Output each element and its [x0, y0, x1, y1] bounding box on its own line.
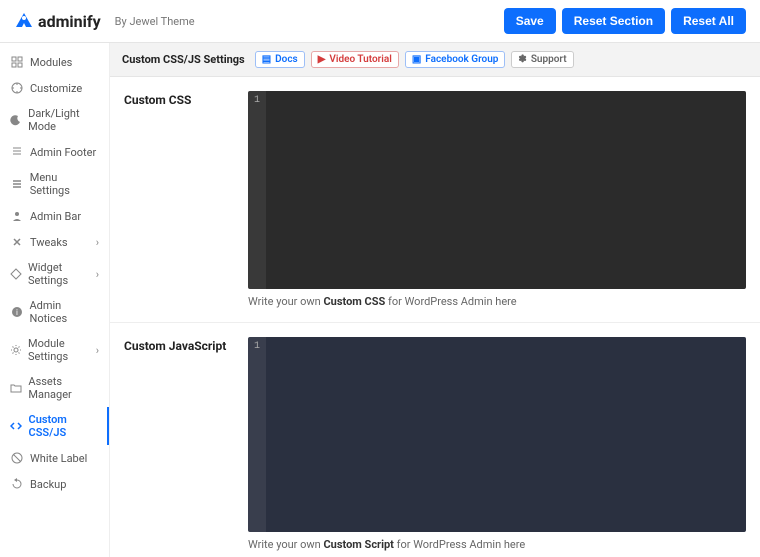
sidebar-item-label: Backup: [30, 478, 66, 491]
helper-text: for WordPress Admin here: [385, 295, 516, 308]
facebook-icon: ▣: [412, 54, 421, 65]
info-icon: i: [10, 305, 23, 319]
sidebar-item-custom-cssjs[interactable]: Custom CSS/JS: [0, 407, 109, 445]
custom-css-body: 1 Write your own Custom CSS for WordPres…: [248, 91, 746, 308]
lifering-icon: ✽: [518, 54, 526, 65]
custom-js-section: Custom JavaScript 1 Write your own Custo…: [110, 323, 760, 557]
sidebar-item-label: Customize: [30, 82, 82, 95]
by-theme-label: By Jewel Theme: [115, 15, 195, 28]
main-content: Custom CSS/JS Settings ▤ Docs ▶Video Tuto…: [110, 43, 760, 557]
save-button[interactable]: Save: [504, 8, 556, 34]
custom-js-editor[interactable]: 1: [248, 337, 746, 532]
helper-bold: Custom CSS: [323, 295, 385, 308]
app-header: adminify By Jewel Theme Save Reset Secti…: [0, 0, 760, 43]
sidebar-item-tweaks[interactable]: Tweaks ›: [0, 229, 109, 255]
no-icon: [10, 451, 24, 465]
modules-icon: [10, 55, 24, 69]
header-actions: Save Reset Section Reset All: [504, 8, 746, 34]
play-icon: ▶: [318, 54, 326, 65]
facebook-group-link[interactable]: ▣ Facebook Group: [405, 51, 506, 68]
sidebar-item-label: White Label: [30, 452, 87, 465]
sidebar: Modules Customize Dark/Light Mode Admin …: [0, 43, 110, 557]
settings-icon: [10, 343, 22, 357]
sidebar-item-module-settings[interactable]: Module Settings ›: [0, 331, 109, 369]
sidebar-item-white-label[interactable]: White Label: [0, 445, 109, 471]
support-link[interactable]: ✽ Support: [511, 51, 573, 68]
helper-text: Write your own: [248, 295, 323, 308]
widget-icon: [10, 267, 22, 281]
sidebar-item-label: Module Settings: [28, 337, 90, 363]
page-bar: Custom CSS/JS Settings ▤ Docs ▶Video Tuto…: [110, 43, 760, 77]
sidebar-item-label: Admin Footer: [30, 146, 96, 159]
custom-css-section: Custom CSS 1 Write your own Custom CSS f…: [110, 77, 760, 323]
custom-js-label: Custom JavaScript: [124, 337, 234, 551]
badge-label: Support: [531, 54, 567, 65]
sidebar-item-backup[interactable]: Backup: [0, 471, 109, 497]
header-left: adminify By Jewel Theme: [14, 11, 195, 31]
custom-js-helper: Write your own Custom Script for WordPre…: [248, 538, 746, 551]
helper-text: for WordPress Admin here: [394, 538, 525, 551]
sidebar-item-label: Menu Settings: [30, 171, 99, 197]
svg-text:i: i: [16, 308, 18, 317]
custom-css-editor[interactable]: 1: [248, 91, 746, 289]
chevron-right-icon: ›: [96, 236, 99, 249]
video-tutorial-link[interactable]: ▶Video Tutorial: [311, 51, 399, 68]
sidebar-item-label: Widget Settings: [28, 261, 90, 287]
sidebar-item-admin-footer[interactable]: Admin Footer: [0, 139, 109, 165]
book-icon: ▤: [262, 54, 271, 65]
sidebar-item-widget-settings[interactable]: Widget Settings ›: [0, 255, 109, 293]
sidebar-item-assets-manager[interactable]: Assets Manager: [0, 369, 109, 407]
sidebar-item-modules[interactable]: Modules: [0, 49, 109, 75]
layout: Modules Customize Dark/Light Mode Admin …: [0, 43, 760, 557]
badge-label: Facebook Group: [425, 54, 498, 65]
sidebar-item-admin-notices[interactable]: i Admin Notices: [0, 293, 109, 331]
sidebar-item-label: Admin Bar: [30, 210, 81, 223]
badge-label: Docs: [275, 54, 298, 65]
helper-bold: Custom Script: [323, 538, 393, 551]
helper-text: Write your own: [248, 538, 323, 551]
sidebar-item-label: Assets Manager: [28, 375, 99, 401]
editor-gutter: 1: [248, 337, 266, 532]
tools-icon: [10, 235, 24, 249]
reset-all-button[interactable]: Reset All: [671, 8, 746, 34]
chevron-right-icon: ›: [96, 344, 99, 357]
page-title: Custom CSS/JS Settings: [122, 53, 245, 66]
chevron-right-icon: ›: [96, 268, 99, 281]
docs-link[interactable]: ▤ Docs: [255, 51, 305, 68]
logo-mark-icon: [14, 11, 34, 31]
logo: adminify: [14, 11, 101, 31]
custom-js-body: 1 Write your own Custom Script for WordP…: [248, 337, 746, 551]
customize-icon: [10, 81, 24, 95]
sidebar-item-label: Modules: [30, 56, 72, 69]
custom-css-helper: Write your own Custom CSS for WordPress …: [248, 295, 746, 308]
badge-label: Video Tutorial: [329, 54, 391, 65]
sidebar-item-label: Admin Notices: [29, 299, 99, 325]
sidebar-item-label: Dark/Light Mode: [28, 107, 99, 133]
sidebar-item-label: Tweaks: [30, 236, 68, 249]
backup-icon: [10, 477, 24, 491]
sidebar-item-label: Custom CSS/JS: [29, 413, 99, 439]
editor-gutter: 1: [248, 91, 266, 289]
sidebar-item-customize[interactable]: Customize: [0, 75, 109, 101]
reset-section-button[interactable]: Reset Section: [562, 8, 665, 34]
custom-css-label: Custom CSS: [124, 91, 234, 308]
sidebar-item-menu-settings[interactable]: Menu Settings: [0, 165, 109, 203]
sidebar-item-admin-bar[interactable]: Admin Bar: [0, 203, 109, 229]
logo-text: adminify: [38, 12, 101, 31]
user-icon: [10, 209, 24, 223]
menu-icon: [10, 177, 24, 191]
moon-icon: [10, 113, 22, 127]
footer-icon: [10, 145, 24, 159]
code-icon: [10, 419, 23, 433]
sidebar-item-darklight[interactable]: Dark/Light Mode: [0, 101, 109, 139]
folder-icon: [10, 381, 22, 395]
